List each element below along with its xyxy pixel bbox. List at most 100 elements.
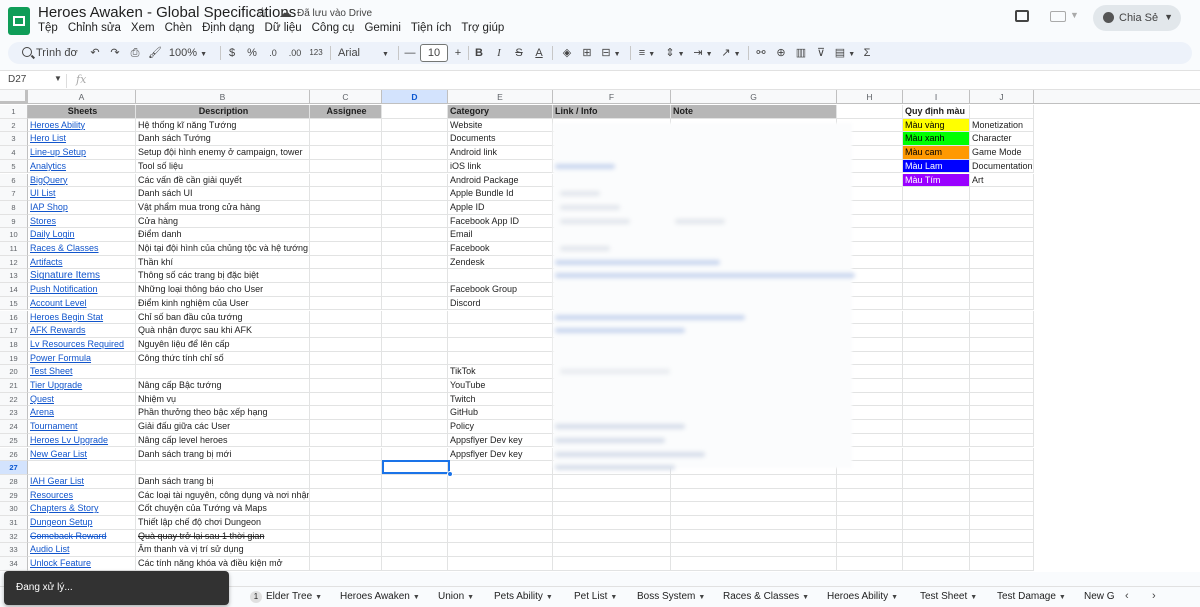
assignee-cell[interactable] (310, 502, 382, 516)
assignee-cell[interactable] (310, 543, 382, 558)
sheet-link[interactable]: Resources (28, 488, 136, 503)
cell[interactable] (837, 529, 903, 544)
sheet-link[interactable]: Unlock Feature (28, 557, 136, 571)
cell[interactable] (382, 269, 448, 284)
share-button[interactable]: Chia Sẻ ▼ (1093, 5, 1181, 31)
row-header[interactable]: 18 (0, 337, 28, 352)
assignee-cell[interactable] (310, 159, 382, 174)
select-all-corner[interactable] (0, 90, 28, 104)
row-header[interactable]: 16 (0, 310, 28, 325)
menu-item[interactable]: Xem (131, 22, 160, 34)
cell[interactable] (903, 502, 970, 516)
cell[interactable] (970, 283, 1034, 297)
assignee-cell[interactable] (310, 365, 382, 379)
assignee-cell[interactable] (310, 461, 382, 475)
decrease-decimal-button[interactable]: .0 (266, 45, 280, 61)
column-header-b[interactable]: B (136, 90, 310, 104)
cell[interactable] (970, 406, 1034, 421)
assignee-cell[interactable] (310, 118, 382, 133)
row-header[interactable]: 33 (0, 543, 28, 558)
chevron-down-icon[interactable]: ▼ (546, 594, 553, 601)
cell[interactable] (382, 187, 448, 201)
font-size-increase-button[interactable]: + (452, 45, 464, 61)
sheet-link[interactable]: BigQuery (28, 173, 136, 188)
note-cell[interactable] (671, 543, 837, 558)
sheet-tab[interactable]: Races & Classes ▼ (723, 591, 809, 602)
cell[interactable] (837, 488, 903, 503)
sheet-link[interactable]: Chapters & Story (28, 502, 136, 516)
sheet-link[interactable]: Arena (28, 406, 136, 421)
cell[interactable] (837, 105, 903, 119)
cell[interactable] (903, 557, 970, 571)
cell[interactable] (382, 420, 448, 434)
assignee-cell[interactable] (310, 187, 382, 201)
menu-item[interactable]: Gemini (364, 22, 405, 34)
cell[interactable] (970, 557, 1034, 571)
assignee-cell[interactable] (310, 296, 382, 311)
cell[interactable] (382, 105, 448, 119)
sheet-link[interactable]: Tournament (28, 420, 136, 434)
cell[interactable] (970, 255, 1034, 270)
assignee-cell[interactable] (310, 379, 382, 393)
column-header-j[interactable]: J (970, 90, 1034, 104)
cell[interactable] (970, 379, 1034, 393)
row-header[interactable]: 27 (0, 461, 28, 475)
sheet-link[interactable]: IAP Shop (28, 200, 136, 215)
row-header[interactable]: 31 (0, 516, 28, 530)
bold-button[interactable]: B (472, 45, 486, 61)
text-wrap-icon[interactable]: ⇥ ▼ (692, 45, 714, 61)
cell[interactable] (837, 474, 903, 489)
chevron-right-icon[interactable]: › (1152, 590, 1156, 602)
assignee-cell[interactable] (310, 433, 382, 448)
chevron-down-icon[interactable]: ▼ (467, 594, 474, 601)
cell[interactable] (903, 242, 970, 256)
sheet-link[interactable]: Heroes Ability (28, 118, 136, 133)
row-header[interactable]: 19 (0, 351, 28, 366)
sheet-link[interactable]: Power Formula (28, 351, 136, 366)
row-header[interactable]: 28 (0, 474, 28, 489)
text-color-button[interactable]: A (532, 45, 546, 61)
vertical-align-icon[interactable]: ⇕ ▼ (664, 45, 686, 61)
cell[interactable] (382, 296, 448, 311)
sheet-link[interactable]: New Gear List (28, 447, 136, 462)
cell[interactable] (903, 187, 970, 201)
note-cell[interactable] (671, 516, 837, 530)
cell[interactable] (970, 516, 1034, 530)
sheet-tab[interactable]: 1 Elder Tree ▼ (250, 591, 322, 603)
assignee-cell[interactable] (310, 228, 382, 242)
row-header[interactable]: 25 (0, 433, 28, 448)
sheet-link[interactable]: Heroes Lv Upgrade (28, 433, 136, 448)
assignee-cell[interactable] (310, 406, 382, 421)
sheet-tab[interactable]: Heroes Ability ▼ (827, 591, 898, 602)
cloud-saved-icon[interactable]: ☁ (279, 5, 292, 21)
sheet-tab[interactable]: Heroes Awaken ▼ (340, 591, 420, 602)
cell[interactable] (970, 502, 1034, 516)
assignee-cell[interactable] (310, 392, 382, 407)
meet-icon[interactable] (1050, 11, 1066, 22)
row-header[interactable]: 21 (0, 379, 28, 393)
sheet-link[interactable]: Quest (28, 392, 136, 407)
cell[interactable] (382, 310, 448, 325)
row-header[interactable]: 12 (0, 255, 28, 270)
link-info-cell[interactable] (553, 516, 671, 530)
sheet-link[interactable]: Daily Login (28, 228, 136, 242)
column-header-g[interactable]: G (671, 90, 837, 104)
cell[interactable] (970, 447, 1034, 462)
sheet-link[interactable]: Signature Items (28, 269, 136, 284)
zoom-select[interactable]: 100% ▼ (168, 45, 208, 61)
note-cell[interactable] (671, 474, 837, 489)
cell[interactable] (970, 351, 1034, 366)
assignee-cell[interactable] (310, 557, 382, 571)
chevron-down-icon[interactable]: ▼ (802, 594, 809, 601)
cell[interactable] (903, 255, 970, 270)
cell[interactable] (903, 228, 970, 242)
assignee-cell[interactable] (310, 529, 382, 544)
row-header[interactable]: 15 (0, 296, 28, 311)
cell[interactable] (970, 488, 1034, 503)
star-icon[interactable]: ☆ (256, 4, 269, 21)
column-header-f[interactable]: F (553, 90, 671, 104)
sheet-tab[interactable]: Union ▼ (438, 591, 474, 602)
cell[interactable] (903, 516, 970, 530)
cell[interactable] (837, 543, 903, 558)
note-cell[interactable] (671, 529, 837, 544)
